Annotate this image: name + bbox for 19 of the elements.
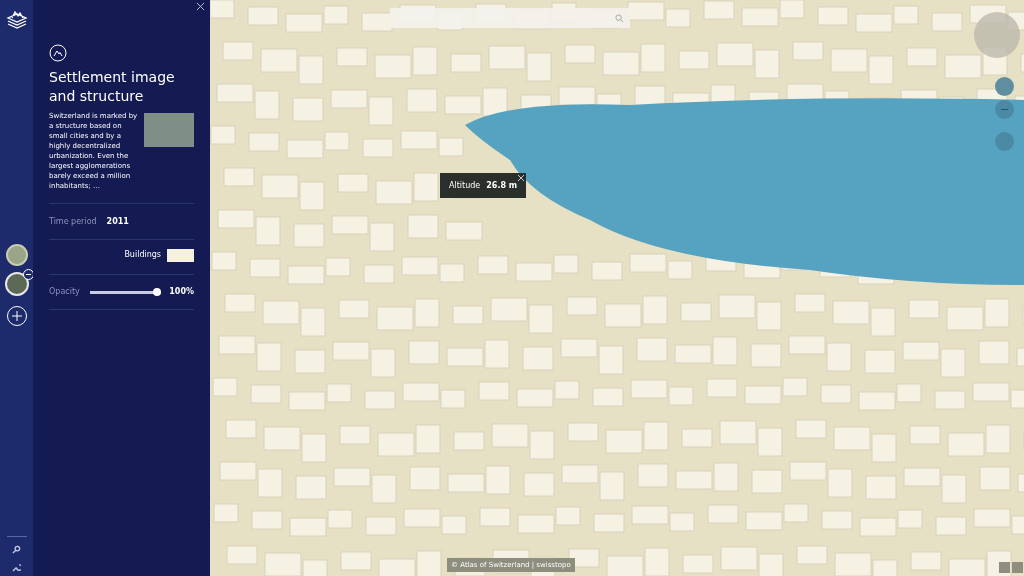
layer-thumbnail[interactable] bbox=[4, 272, 29, 296]
mountain-badge-icon bbox=[49, 44, 67, 62]
aerial-photo-placeholder bbox=[144, 113, 194, 147]
search-field[interactable] bbox=[390, 8, 630, 28]
altitude-value: 26.8 m bbox=[486, 179, 518, 192]
search-icon bbox=[615, 13, 624, 23]
time-period-value: 2011 bbox=[106, 215, 129, 228]
slider-thumb[interactable] bbox=[153, 288, 162, 296]
close-icon[interactable] bbox=[196, 2, 205, 11]
panel-title: Settlement image and structure bbox=[49, 68, 176, 106]
close-icon[interactable] bbox=[518, 175, 525, 181]
key-icon[interactable] bbox=[12, 545, 21, 554]
legend-label: Buildings bbox=[124, 249, 161, 261]
altitude-label: Altitude bbox=[449, 179, 481, 192]
opacity-label: Opacity bbox=[49, 286, 81, 298]
opacity-reading: 100% bbox=[169, 286, 194, 298]
plus-icon bbox=[11, 311, 22, 321]
layer-thumbnail[interactable] bbox=[5, 244, 28, 266]
time-period-label: Time period bbox=[49, 215, 97, 228]
